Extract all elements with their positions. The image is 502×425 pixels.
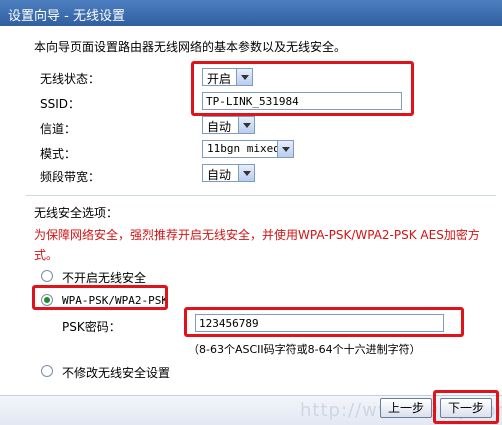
- title-bar: 设置向导 - 无线设置: [0, 0, 502, 26]
- channel-label: 信道：: [40, 122, 77, 136]
- chevron-down-icon[interactable]: [277, 141, 293, 157]
- bandwidth-select[interactable]: 自动: [202, 164, 255, 182]
- psk-hint: （8-63个ASCII码字符或8-64个十六进制字符）: [188, 343, 421, 356]
- security-heading: 无线安全选项：: [34, 206, 119, 220]
- chevron-down-icon[interactable]: [238, 117, 254, 133]
- highlight-box-wpa-option: [32, 285, 168, 310]
- highlight-box-psk: [184, 307, 464, 337]
- radio-no-security[interactable]: [41, 270, 53, 282]
- chevron-down-icon[interactable]: [238, 165, 254, 181]
- ssid-label: SSID：: [40, 97, 81, 111]
- wireless-status-label: 无线状态：: [40, 72, 101, 86]
- mode-label: 模式：: [40, 147, 77, 161]
- prev-button[interactable]: 上一步: [380, 398, 432, 418]
- security-warning-line2: 式。: [34, 248, 59, 262]
- wizard-page: 设置向导 - 无线设置 本向导页面设置路由器无线网络的基本参数以及无线安全。 无…: [0, 0, 502, 425]
- mode-select[interactable]: 11bgn mixed: [202, 140, 294, 158]
- intro-text: 本向导页面设置路由器无线网络的基本参数以及无线安全。: [34, 40, 347, 54]
- radio-keep-security[interactable]: [41, 365, 53, 377]
- channel-select[interactable]: 自动: [202, 116, 255, 134]
- section-divider: [26, 195, 496, 196]
- highlight-box-status-ssid: [191, 61, 414, 116]
- highlight-box-next: [433, 390, 499, 424]
- mode-value: 11bgn mixed: [207, 142, 280, 155]
- psk-label: PSK密码：: [62, 320, 121, 334]
- security-warning-line1: 为保障网络安全，强烈推荐开启无线安全，并使用WPA-PSK/WPA2-PSK A…: [34, 228, 480, 242]
- bandwidth-label: 频段带宽：: [40, 170, 101, 184]
- channel-value: 自动: [207, 120, 232, 134]
- bandwidth-value: 自动: [207, 168, 232, 182]
- option-no-security-label: 不开启无线安全: [62, 271, 147, 285]
- option-keep-security-label: 不修改无线安全设置: [62, 366, 171, 380]
- window-title: 设置向导 - 无线设置: [8, 9, 125, 24]
